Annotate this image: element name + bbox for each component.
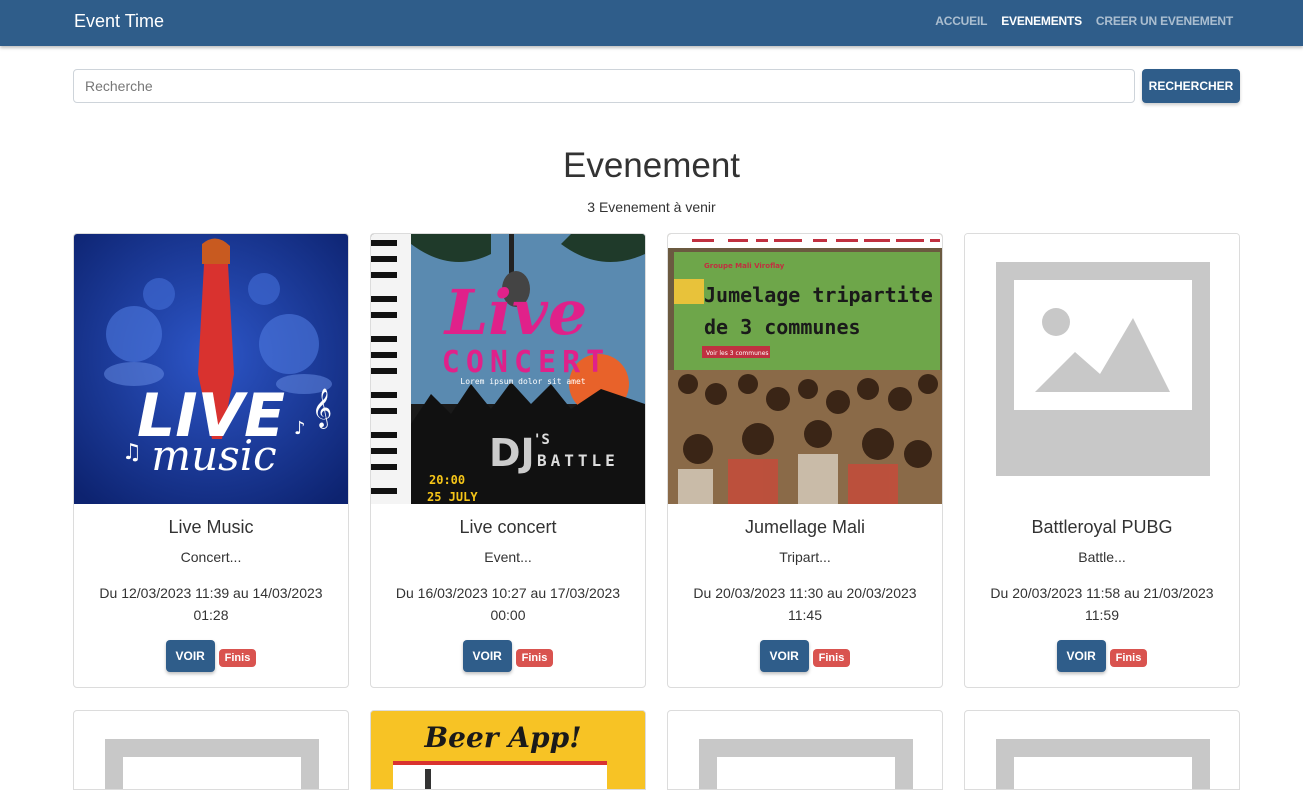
event-actions: VOIR Finis [371, 640, 645, 672]
navbar: Event Time ACCUEIL EVENEMENTS CREER UN E… [0, 0, 1303, 46]
event-card [667, 710, 943, 790]
event-title: Battleroyal PUBG [1031, 517, 1173, 537]
image-placeholder-icon [965, 234, 1239, 504]
poster-text-music: music [151, 431, 276, 480]
page-title: Evenement [562, 146, 741, 185]
poster-text-battle: BATTLE [537, 451, 619, 470]
status-badge: Finis [218, 648, 257, 667]
voir-button[interactable]: VOIR [462, 640, 512, 672]
svg-text:♫: ♫ [122, 440, 142, 465]
event-card: Groupe Mali Viroflay Jumelage tripartite… [667, 233, 943, 688]
event-card: Battleroyal PUBG Battle... Du 20/03/2023… [964, 233, 1240, 688]
event-actions: VOIR Finis [965, 640, 1239, 672]
event-description: Tripart... [779, 549, 831, 565]
event-poster-image: Groupe Mali Viroflay Jumelage tripartite… [668, 234, 942, 504]
event-actions: VOIR Finis [668, 640, 942, 672]
svg-text:♪: ♪ [294, 418, 306, 439]
event-date: Du 12/03/2023 11:39 au 14/03/2023 01:28 [99, 585, 323, 623]
event-title: Live concert [459, 517, 557, 537]
poster-text-dj: DJ [489, 431, 535, 475]
event-description: Battle... [1078, 549, 1126, 565]
poster-text-voir: Voir les 3 communes [706, 350, 769, 357]
voir-button[interactable]: VOIR [759, 640, 809, 672]
event-card: Live CONCERT Lorem ipsum dolor sit amet … [370, 233, 646, 688]
poster-text-group: Groupe Mali Viroflay [704, 262, 785, 270]
poster-text-time: 20:00 [429, 473, 465, 487]
status-badge: Finis [812, 648, 851, 667]
voir-button[interactable]: VOIR [1056, 640, 1106, 672]
poster-text-lorem: Lorem ipsum dolor sit amet [460, 377, 585, 386]
svg-text:𝄞: 𝄞 [312, 388, 332, 429]
brand-link[interactable]: Event Time [74, 11, 164, 32]
poster-text-concert: CONCERT [442, 345, 610, 380]
page-subtitle: 3 Evenement à venir [587, 199, 716, 215]
event-card [964, 710, 1240, 790]
status-badge: Finis [1109, 648, 1148, 667]
poster-text-jumelage: Jumelage tripartite [704, 283, 933, 307]
event-card [73, 710, 349, 790]
nav-menu: ACCUEIL EVENEMENTS CREER UN EVENEMENT [935, 14, 1233, 28]
poster-text-s: 'S [533, 432, 550, 448]
event-poster-image: Live CONCERT Lorem ipsum dolor sit amet … [371, 234, 645, 504]
event-poster-image: LIVE music 𝄞 ♫ ♪ [74, 234, 348, 504]
event-actions: VOIR Finis [74, 640, 348, 672]
event-title: Live Music [168, 517, 254, 537]
event-card: Beer App! [370, 710, 646, 790]
event-date: Du 20/03/2023 11:58 au 21/03/2023 11:59 [990, 585, 1214, 623]
search-button[interactable]: RECHERCHER [1142, 69, 1240, 103]
nav-creer-evenement[interactable]: CREER UN EVENEMENT [1096, 14, 1233, 28]
event-date: Du 20/03/2023 11:30 au 20/03/2023 11:45 [693, 585, 917, 623]
poster-text-communes: de 3 communes [704, 315, 861, 339]
image-placeholder-icon [105, 739, 319, 789]
search-row: RECHERCHE R [73, 69, 1240, 103]
event-title: Jumellage Mali [744, 517, 866, 537]
image-placeholder-icon [699, 739, 913, 789]
status-badge: Finis [515, 648, 554, 667]
event-description: Event... [484, 549, 532, 565]
event-card: LIVE music 𝄞 ♫ ♪ Live Music Concert... D… [73, 233, 349, 688]
search-input[interactable] [73, 69, 1135, 103]
image-placeholder-icon [996, 739, 1210, 789]
poster-text-date: 25 JULY [427, 490, 478, 504]
nav-evenements[interactable]: EVENEMENTS [1001, 14, 1082, 28]
poster-text-beer-app: Beer App! [424, 721, 582, 754]
event-description: Concert... [180, 549, 242, 565]
poster-text-live: Live [443, 276, 588, 349]
event-poster-image: Beer App! [371, 711, 645, 789]
event-date: Du 16/03/2023 10:27 au 17/03/2023 00:00 [395, 585, 621, 623]
nav-accueil[interactable]: ACCUEIL [935, 14, 987, 28]
voir-button[interactable]: VOIR [165, 640, 215, 672]
